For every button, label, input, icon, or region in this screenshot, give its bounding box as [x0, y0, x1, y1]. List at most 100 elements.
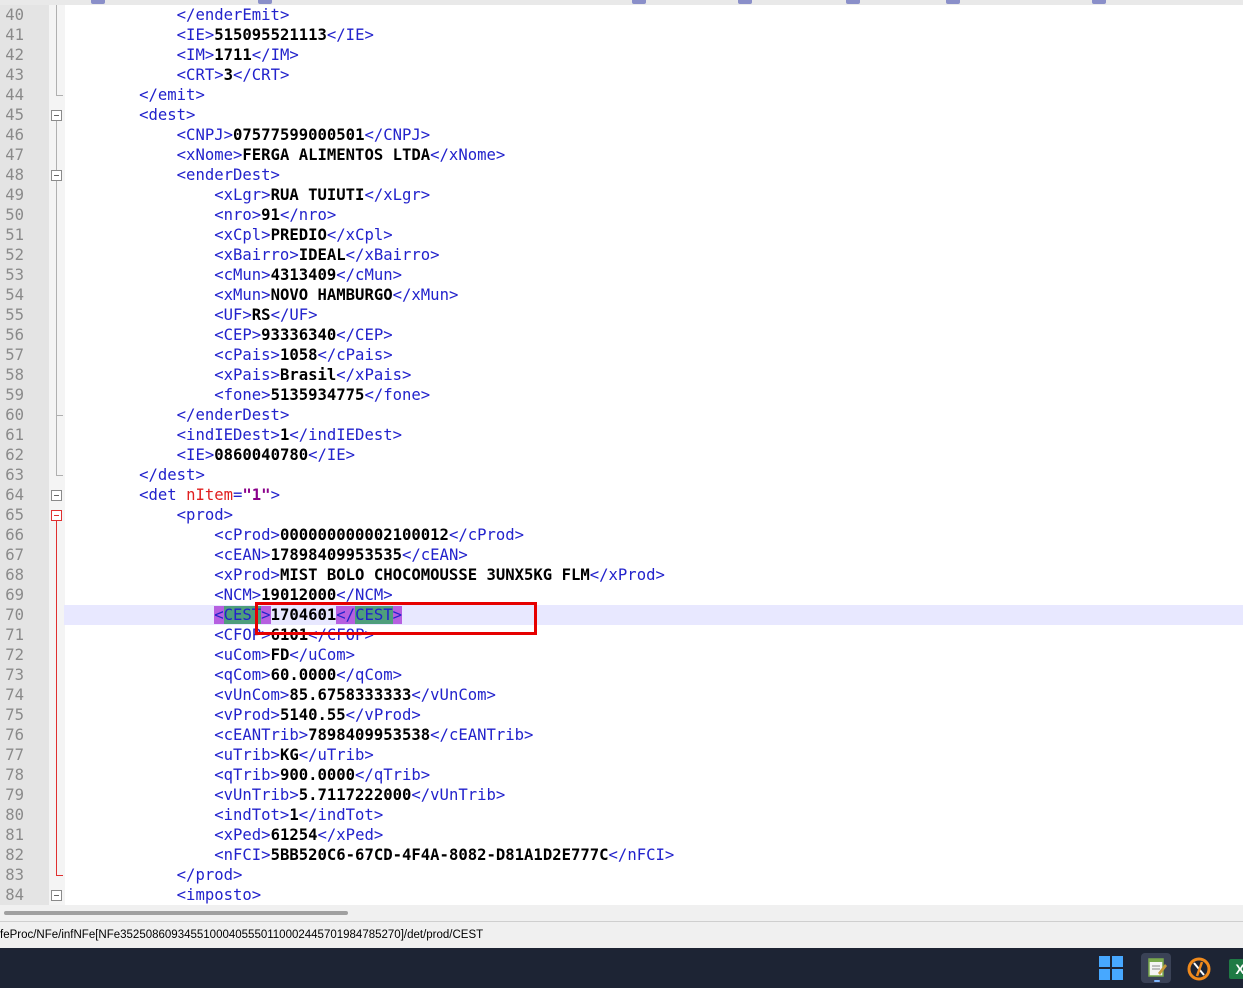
code-line[interactable]: 65 <prod>: [0, 505, 1243, 525]
code-line[interactable]: 52 <xBairro>IDEAL</xBairro>: [0, 245, 1243, 265]
code-text[interactable]: <cEANTrib>7898409953538</cEANTrib>: [64, 725, 533, 745]
windows-start-icon[interactable]: [1099, 956, 1125, 982]
code-line[interactable]: 70 <CEST>1704601</CEST>: [0, 605, 1243, 625]
code-line[interactable]: 74 <vUnCom>85.6758333333</vUnCom>: [0, 685, 1243, 705]
code-line[interactable]: 40 </enderEmit>: [0, 5, 1243, 25]
code-text[interactable]: <vProd>5140.55</vProd>: [64, 705, 421, 725]
code-line[interactable]: 67 <cEAN>17898409953535</cEAN>: [0, 545, 1243, 565]
tab-icon[interactable]: [632, 0, 646, 4]
code-text[interactable]: <UF>RS</UF>: [64, 305, 317, 325]
code-text[interactable]: <uCom>FD</uCom>: [64, 645, 355, 665]
tab-icon[interactable]: [91, 0, 105, 4]
code-line[interactable]: 55 <UF>RS</UF>: [0, 305, 1243, 325]
code-line[interactable]: 73 <qCom>60.0000</qCom>: [0, 665, 1243, 685]
code-line[interactable]: 41 <IE>515095521113</IE>: [0, 25, 1243, 45]
code-text[interactable]: <imposto>: [64, 885, 262, 905]
tab-icon[interactable]: [846, 0, 860, 4]
code-line[interactable]: 56 <CEP>93336340</CEP>: [0, 325, 1243, 345]
code-text[interactable]: <cMun>4313409</cMun>: [64, 265, 402, 285]
code-line[interactable]: 79 <vUnTrib>5.7117222000</vUnTrib>: [0, 785, 1243, 805]
code-line[interactable]: 59 <fone>5135934775</fone>: [0, 385, 1243, 405]
excel-icon[interactable]: X: [1227, 956, 1243, 982]
tab-icon[interactable]: [258, 0, 272, 4]
code-line[interactable]: 68 <xProd>MIST BOLO CHOCOMOUSSE 3UNX5KG …: [0, 565, 1243, 585]
code-line[interactable]: 54 <xMun>NOVO HAMBURGO</xMun>: [0, 285, 1243, 305]
code-line[interactable]: 80 <indTot>1</indTot>: [0, 805, 1243, 825]
code-text[interactable]: </prod>: [64, 865, 243, 885]
code-line[interactable]: 51 <xCpl>PREDIO</xCpl>: [0, 225, 1243, 245]
code-text[interactable]: </emit>: [64, 85, 205, 105]
code-line[interactable]: 63 </dest>: [0, 465, 1243, 485]
code-text[interactable]: <xCpl>PREDIO</xCpl>: [64, 225, 392, 245]
code-editor[interactable]: 40 </enderEmit> 41 <IE>515095521113</IE> 4…: [0, 5, 1243, 905]
code-line[interactable]: 53 <cMun>4313409</cMun>: [0, 265, 1243, 285]
code-line[interactable]: 48 <enderDest>: [0, 165, 1243, 185]
code-text[interactable]: <prod>: [64, 505, 233, 525]
orange-app-icon[interactable]: [1186, 956, 1212, 982]
code-line[interactable]: 45 <dest>: [0, 105, 1243, 125]
code-line[interactable]: 62 <IE>0860040780</IE>: [0, 445, 1243, 465]
code-line[interactable]: 83 </prod>: [0, 865, 1243, 885]
code-text[interactable]: <xPais>Brasil</xPais>: [64, 365, 411, 385]
code-text[interactable]: <nro>91</nro>: [64, 205, 336, 225]
code-text[interactable]: </dest>: [64, 465, 205, 485]
code-text[interactable]: <det nItem="1">: [64, 485, 280, 505]
code-line[interactable]: 58 <xPais>Brasil</xPais>: [0, 365, 1243, 385]
code-text[interactable]: </enderDest>: [64, 405, 290, 425]
horizontal-scrollbar[interactable]: [0, 905, 1243, 922]
code-line[interactable]: 42 <IM>1711</IM>: [0, 45, 1243, 65]
code-line[interactable]: 84 <imposto>: [0, 885, 1243, 905]
code-text[interactable]: <nFCI>5BB520C6-67CD-4F4A-8082-D81A1D2E77…: [64, 845, 674, 865]
code-line[interactable]: 69 <NCM>19012000</NCM>: [0, 585, 1243, 605]
tab-icon[interactable]: [738, 0, 752, 4]
code-line[interactable]: 60 </enderDest>: [0, 405, 1243, 425]
code-line[interactable]: 81 <xPed>61254</xPed>: [0, 825, 1243, 845]
tab-icon[interactable]: [1092, 0, 1106, 4]
scrollbar-thumb[interactable]: [4, 911, 348, 915]
code-line[interactable]: 71 <CFOP>6101</CFOP>: [0, 625, 1243, 645]
code-text[interactable]: <xBairro>IDEAL</xBairro>: [64, 245, 439, 265]
code-text[interactable]: <cPais>1058</cPais>: [64, 345, 392, 365]
code-line[interactable]: 57 <cPais>1058</cPais>: [0, 345, 1243, 365]
code-line[interactable]: 46 <CNPJ>07577599000501</CNPJ>: [0, 125, 1243, 145]
code-text[interactable]: <xPed>61254</xPed>: [64, 825, 383, 845]
code-text[interactable]: <cProd>000000000002100012</cProd>: [64, 525, 524, 545]
code-text[interactable]: <uTrib>KG</uTrib>: [64, 745, 374, 765]
code-line[interactable]: 44 </emit>: [0, 85, 1243, 105]
code-line[interactable]: 82 <nFCI>5BB520C6-67CD-4F4A-8082-D81A1D2…: [0, 845, 1243, 865]
code-text[interactable]: <xMun>NOVO HAMBURGO</xMun>: [64, 285, 458, 305]
code-line[interactable]: 61 <indIEDest>1</indIEDest>: [0, 425, 1243, 445]
code-text[interactable]: <cEAN>17898409953535</cEAN>: [64, 545, 468, 565]
code-line[interactable]: 43 <CRT>3</CRT>: [0, 65, 1243, 85]
code-line[interactable]: 50 <nro>91</nro>: [0, 205, 1243, 225]
fold-toggle-prod[interactable]: [51, 510, 62, 521]
code-text[interactable]: <indTot>1</indTot>: [64, 805, 383, 825]
code-text[interactable]: <CRT>3</CRT>: [64, 65, 290, 85]
code-text[interactable]: <IE>0860040780</IE>: [64, 445, 355, 465]
code-text[interactable]: <CNPJ>07577599000501</CNPJ>: [64, 125, 431, 145]
code-text[interactable]: <fone>5135934775</fone>: [64, 385, 430, 405]
code-text[interactable]: <IE>515095521113</IE>: [64, 25, 374, 45]
fold-toggle-imposto[interactable]: [51, 890, 62, 901]
code-line[interactable]: 47 <xNome>FERGA ALIMENTOS LTDA</xNome>: [0, 145, 1243, 165]
code-line[interactable]: 77 <uTrib>KG</uTrib>: [0, 745, 1243, 765]
code-text[interactable]: <qCom>60.0000</qCom>: [64, 665, 402, 685]
code-line[interactable]: 64 <det nItem="1">: [0, 485, 1243, 505]
code-text[interactable]: <vUnCom>85.6758333333</vUnCom>: [64, 685, 496, 705]
code-text[interactable]: <enderDest>: [64, 165, 280, 185]
code-text[interactable]: <vUnTrib>5.7117222000</vUnTrib>: [64, 785, 505, 805]
code-line[interactable]: 72 <uCom>FD</uCom>: [0, 645, 1243, 665]
code-text[interactable]: <xProd>MIST BOLO CHOCOMOUSSE 3UNX5KG FLM…: [64, 565, 665, 585]
code-text[interactable]: </enderEmit>: [64, 5, 290, 25]
code-text[interactable]: <indIEDest>1</indIEDest>: [64, 425, 402, 445]
code-line[interactable]: 66 <cProd>000000000002100012</cProd>: [0, 525, 1243, 545]
code-text[interactable]: <qTrib>900.0000</qTrib>: [64, 765, 430, 785]
code-text[interactable]: <xNome>FERGA ALIMENTOS LTDA</xNome>: [64, 145, 506, 165]
code-text[interactable]: <xLgr>RUA TUIUTI</xLgr>: [64, 185, 430, 205]
code-line[interactable]: 75 <vProd>5140.55</vProd>: [0, 705, 1243, 725]
fold-toggle-dest[interactable]: [51, 110, 62, 121]
notepad-plus-plus-icon[interactable]: [1141, 953, 1171, 983]
code-line[interactable]: 78 <qTrib>900.0000</qTrib>: [0, 765, 1243, 785]
tab-icon[interactable]: [946, 0, 960, 4]
code-text[interactable]: <dest>: [64, 105, 195, 125]
